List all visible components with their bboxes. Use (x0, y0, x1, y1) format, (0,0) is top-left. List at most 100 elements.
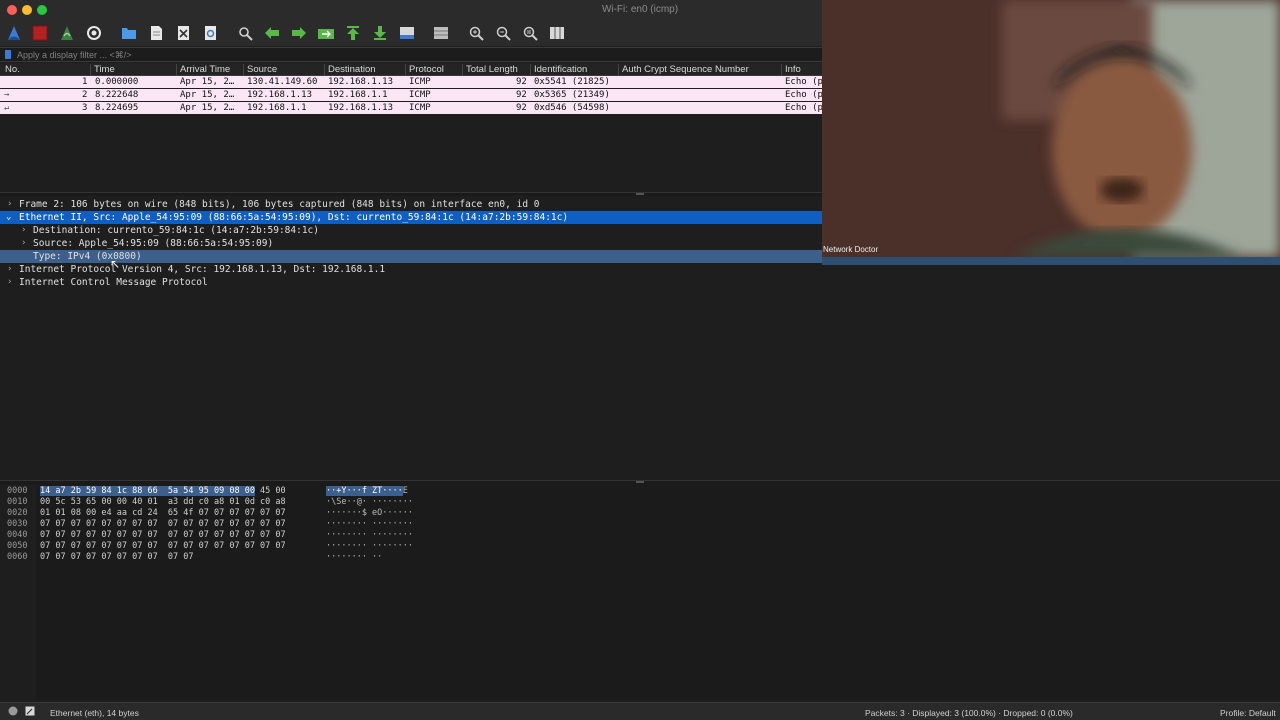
cell-no: 3 (82, 103, 88, 113)
main-toolbar (0, 20, 822, 46)
start-capture-icon[interactable] (5, 24, 23, 42)
auto-scroll-icon[interactable] (398, 24, 416, 42)
status-profile[interactable]: Profile: Default (1220, 708, 1276, 718)
cell-info: Echo (p (785, 90, 822, 100)
hex-values: 07 07 07 07 07 07 07 07 07 07 07 07 07 0… (40, 530, 286, 540)
zoom-in-icon[interactable] (467, 24, 485, 42)
tree-item-icmp[interactable]: › Internet Control Message Protocol (0, 276, 822, 289)
cell-arrival-time: Apr 15, 2… (180, 90, 235, 100)
cell-source: 192.168.1.13 (247, 90, 313, 100)
expand-arrow-icon[interactable]: › (7, 277, 12, 287)
packet-row-selected[interactable]: → 2 8.222648 Apr 15, 2… 192.168.1.13 192… (0, 89, 822, 101)
cell-destination: 192.168.1.1 (328, 90, 388, 100)
hex-values: 07 07 07 07 07 07 07 07 07 07 (40, 552, 194, 562)
go-to-last-packet-icon[interactable] (371, 24, 389, 42)
ascii-values: E (402, 486, 408, 496)
hex-values: 45 00 (254, 486, 286, 496)
cell-total-length: 92 (516, 103, 527, 113)
hex-values: 00 5c 53 65 00 00 40 01 a3 dd c0 a8 01 0… (40, 497, 286, 507)
reply-arrow-icon: ↵ (4, 103, 10, 113)
normal-size-icon[interactable] (521, 24, 539, 42)
status-bar: Ethernet (eth), 14 bytes Packets: 3 · Di… (0, 702, 1280, 720)
column-header-destination[interactable]: Destination (324, 64, 376, 76)
expand-arrow-icon[interactable]: › (21, 238, 26, 248)
expert-info-icon[interactable] (8, 706, 18, 718)
bytes-row[interactable]: 0060 07 07 07 07 07 07 07 07 07 07 ·····… (0, 552, 382, 563)
wireshark-window: Wi-Fi: en0 (icmp) Apply a display filter… (0, 0, 1280, 720)
ascii-values: ········ ········ (326, 530, 413, 540)
capture-options-gear-icon[interactable] (85, 24, 103, 42)
column-header-info[interactable]: Info (781, 64, 801, 76)
column-header-total-length[interactable]: Total Length (462, 64, 518, 76)
webcam-bottom-bar (822, 257, 1280, 265)
column-header-source[interactable]: Source (243, 64, 277, 76)
zoom-out-icon[interactable] (494, 24, 512, 42)
tree-item-ipv4[interactable]: › Internet Protocol Version 4, Src: 192.… (0, 263, 822, 276)
bytes-row[interactable]: 0050 07 07 07 07 07 07 07 07 07 07 07 07… (0, 541, 413, 552)
ascii-values: ·\Se··@· ········ (326, 497, 413, 507)
bytes-row[interactable]: 0030 07 07 07 07 07 07 07 07 07 07 07 07… (0, 519, 413, 530)
column-header-no[interactable]: No. (2, 64, 20, 76)
bytes-row[interactable]: 0020 01 01 08 00 e4 aa cd 24 65 4f 07 07… (0, 508, 413, 519)
stop-capture-icon[interactable] (31, 24, 49, 42)
resize-columns-icon[interactable] (548, 24, 566, 42)
pane-splitter[interactable] (0, 192, 822, 196)
column-header-protocol[interactable]: Protocol (405, 64, 444, 76)
cell-no: 2 (82, 90, 88, 100)
tree-item-frame[interactable]: › Frame 2: 106 bytes on wire (848 bits),… (0, 198, 822, 211)
go-to-first-packet-icon[interactable] (344, 24, 362, 42)
bytes-row[interactable]: 0000 14 a7 2b 59 84 1c 88 66 5a 54 95 09… (0, 486, 408, 497)
tree-item-source[interactable]: › Source: Apple_54:95:09 (88:66:5a:54:95… (0, 237, 822, 250)
display-filter-bar (0, 47, 822, 62)
cell-identification: 0x5365 (21349) (534, 90, 610, 100)
save-file-icon[interactable] (147, 24, 165, 42)
go-to-packet-icon[interactable] (317, 24, 335, 42)
tree-item-destination[interactable]: › Destination: currento_59:84:1c (14:a7:… (0, 224, 822, 237)
cell-destination: 192.168.1.13 (328, 103, 394, 113)
tree-item-label: Frame 2: 106 bytes on wire (848 bits), 1… (19, 199, 540, 210)
byte-offset: 0050 (7, 541, 28, 551)
status-packets-count: Packets: 3 · Displayed: 3 (100.0%) · Dro… (865, 708, 1073, 718)
go-forward-arrow-icon[interactable] (290, 24, 308, 42)
expand-arrow-icon[interactable]: › (7, 264, 12, 274)
open-file-folder-icon[interactable] (120, 24, 138, 42)
byte-offset: 0000 (7, 486, 28, 496)
colorize-list-icon[interactable] (432, 24, 450, 42)
cell-destination: 192.168.1.13 (328, 77, 394, 87)
request-arrow-icon: → (4, 90, 10, 100)
presenter-webcam-image (822, 0, 1280, 257)
splitter-grip (636, 193, 644, 195)
packet-list-empty-area (0, 114, 822, 192)
packet-row[interactable]: 1 0.000000 Apr 15, 2… 130.41.149.60 192.… (0, 76, 822, 88)
column-header-arrival-time[interactable]: Arrival Time (176, 64, 230, 76)
mouse-cursor-icon: ↖ (110, 257, 121, 271)
find-packet-search-icon[interactable] (236, 24, 254, 42)
status-field-info: Ethernet (eth), 14 bytes (50, 708, 139, 718)
cell-arrival-time: Apr 15, 2… (180, 77, 235, 87)
tree-item-label: Internet Control Message Protocol (19, 277, 208, 288)
tree-item-label: Source: Apple_54:95:09 (88:66:5a:54:95:0… (33, 238, 274, 249)
cell-protocol: ICMP (409, 77, 431, 87)
bytes-row[interactable]: 0010 00 5c 53 65 00 00 40 01 a3 dd c0 a8… (0, 497, 413, 508)
tree-item-ethernet[interactable]: ⌄ Ethernet II, Src: Apple_54:95:09 (88:6… (0, 211, 822, 224)
restart-capture-icon[interactable] (58, 24, 76, 42)
tree-item-label: Destination: currento_59:84:1c (14:a7:2b… (33, 225, 319, 236)
packet-row[interactable]: ↵ 3 8.224695 Apr 15, 2… 192.168.1.1 192.… (0, 102, 822, 114)
cell-protocol: ICMP (409, 90, 431, 100)
edit-comment-icon[interactable] (25, 706, 35, 718)
go-back-arrow-icon[interactable] (263, 24, 281, 42)
cell-total-length: 92 (516, 90, 527, 100)
collapse-arrow-icon[interactable]: ⌄ (6, 212, 11, 222)
close-file-icon[interactable] (174, 24, 192, 42)
reload-file-icon[interactable] (201, 24, 219, 42)
filter-bookmark-icon[interactable] (5, 50, 11, 59)
bytes-row[interactable]: 0040 07 07 07 07 07 07 07 07 07 07 07 07… (0, 530, 413, 541)
expand-arrow-icon[interactable]: › (21, 225, 26, 235)
cell-no: 1 (82, 77, 88, 87)
column-header-auth-crypt-sequence-number[interactable]: Auth Crypt Sequence Number (618, 64, 749, 76)
display-filter-input[interactable] (17, 49, 797, 61)
cell-time: 8.224695 (95, 103, 139, 113)
column-header-identification[interactable]: Identification (530, 64, 587, 76)
column-header-time[interactable]: Time (90, 64, 115, 76)
expand-arrow-icon[interactable]: › (7, 199, 12, 209)
